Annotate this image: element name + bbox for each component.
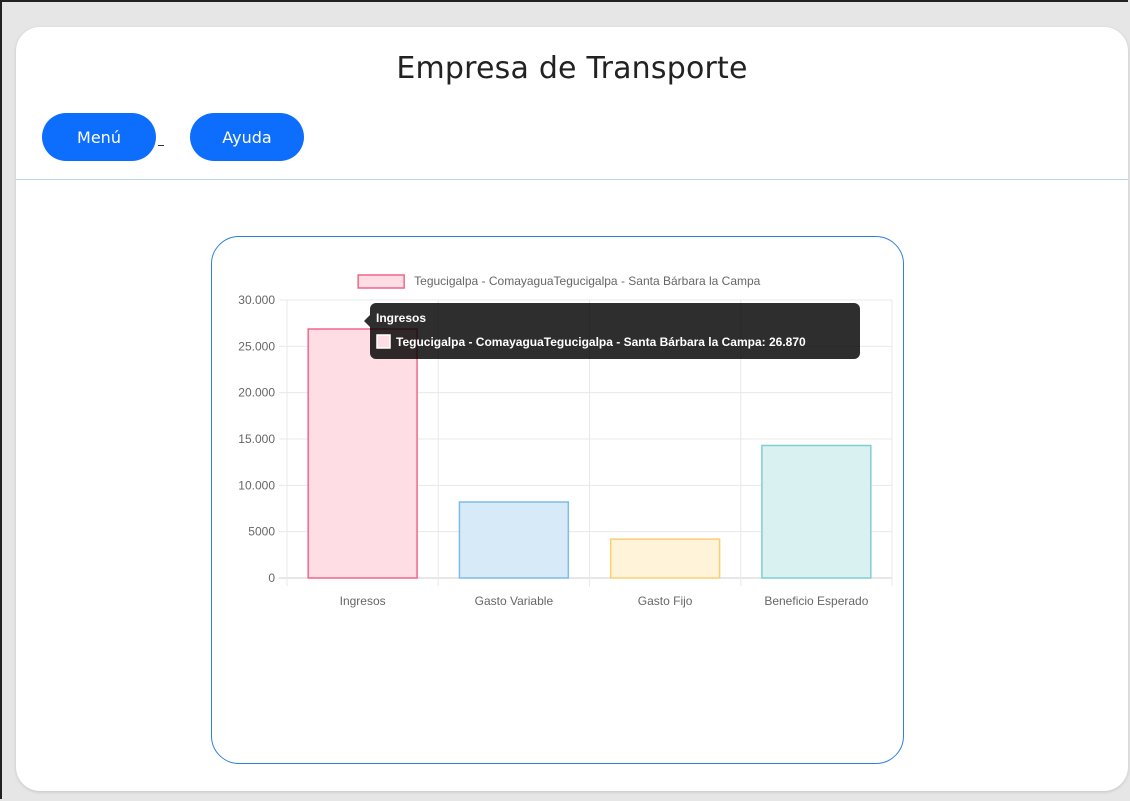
bar-chart: 0 5000 10.000 15.000 20.000 25.000 30.000 Ingre… xyxy=(238,274,893,608)
y-tick-label: 25.000 xyxy=(238,339,275,353)
y-tick-label: 5000 xyxy=(248,525,275,539)
bar-gasto-variable[interactable] xyxy=(458,501,570,579)
x-tick-label: Ingresos xyxy=(340,594,386,608)
x-tick-label: Gasto Fijo xyxy=(638,594,693,608)
legend-swatch[interactable] xyxy=(357,274,405,289)
y-tick-label: 20.000 xyxy=(238,386,275,400)
y-tick-label: 0 xyxy=(268,571,275,585)
help-button[interactable]: Ayuda xyxy=(190,113,304,161)
y-tick-label: 15.000 xyxy=(238,432,275,446)
header-divider xyxy=(16,179,1128,180)
y-tick-label: 30.000 xyxy=(238,293,275,307)
bar-ingresos[interactable] xyxy=(307,328,418,579)
x-tick-label: Beneficio Esperado xyxy=(764,594,868,608)
legend-label[interactable]: Tegucigalpa - ComayaguaTegucigalpa - San… xyxy=(414,274,761,288)
tooltip-caret xyxy=(364,315,370,327)
separator-dash xyxy=(158,145,164,146)
tooltip-title: Ingresos xyxy=(376,311,426,325)
bar-beneficio-esperado[interactable] xyxy=(761,444,872,579)
y-tick-label: 10.000 xyxy=(238,478,275,492)
tooltip-swatch xyxy=(376,334,391,349)
tooltip-body: Tegucigalpa - ComayaguaTegucigalpa - San… xyxy=(396,335,806,349)
x-tick-label: Gasto Variable xyxy=(475,594,554,608)
chart-container: 0 5000 10.000 15.000 20.000 25.000 30.000 Ingre… xyxy=(211,236,904,764)
page-title: Empresa de Transporte xyxy=(396,51,748,86)
main-card: Empresa de Transporte Menú Ayuda 0 5000 10… xyxy=(16,27,1128,791)
bar-gasto-fijo[interactable] xyxy=(609,538,721,579)
menu-button[interactable]: Menú xyxy=(42,113,156,161)
tooltip-box xyxy=(370,303,860,359)
